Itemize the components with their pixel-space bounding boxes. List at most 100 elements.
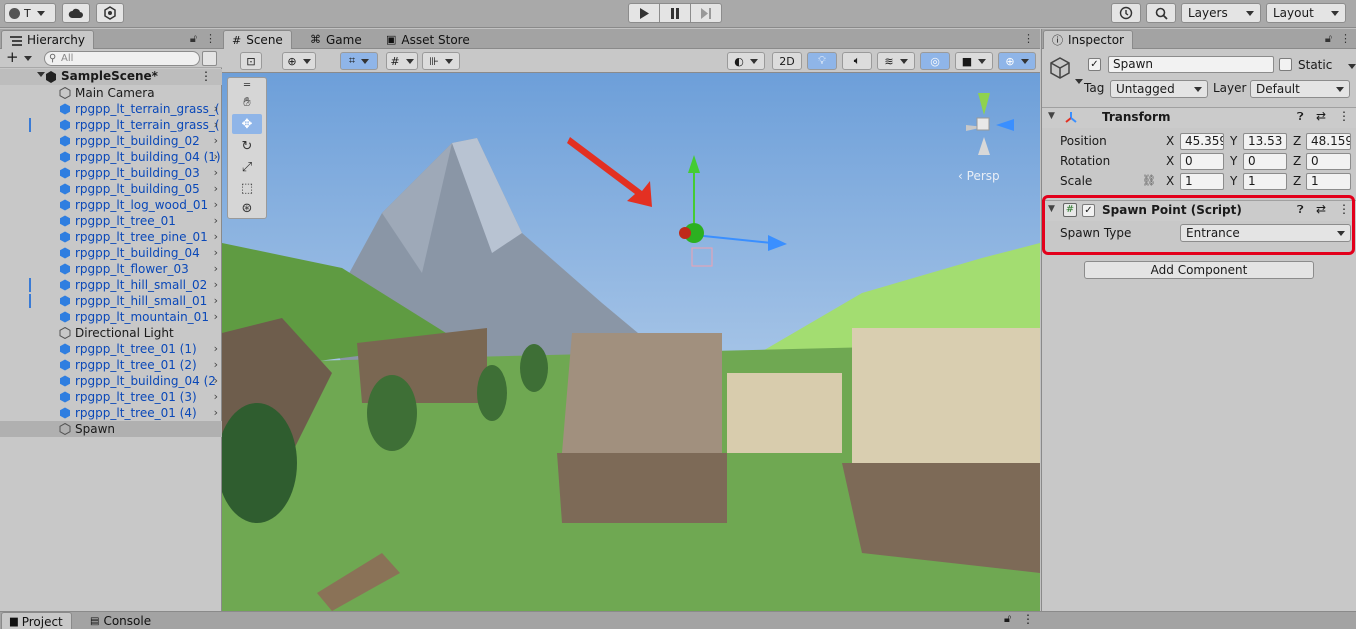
chevron-right-icon[interactable]: ›: [214, 102, 218, 115]
hierarchy-item[interactable]: rpgpp_lt_building_04 ›: [0, 245, 222, 261]
rotation-x-field[interactable]: 0: [1180, 153, 1224, 170]
add-component-button[interactable]: Add Component: [1084, 261, 1314, 279]
cloud-button[interactable]: [62, 3, 90, 23]
hierarchy-item[interactable]: rpgpp_lt_terrain_grass_(›: [0, 101, 222, 117]
move-tool[interactable]: ✥: [232, 114, 262, 134]
chevron-right-icon[interactable]: ›: [214, 262, 218, 275]
chevron-down-icon[interactable]: [1348, 64, 1356, 69]
more-options-icon[interactable]: ⋮: [1338, 202, 1350, 216]
shading-mode-button[interactable]: ◐: [727, 52, 765, 70]
hierarchy-item[interactable]: rpgpp_lt_tree_01 (4) ›: [0, 405, 222, 421]
hierarchy-item[interactable]: rpgpp_lt_building_04 (1) ›: [0, 149, 222, 165]
tab-console[interactable]: ▤ Console: [82, 612, 159, 629]
more-options-icon[interactable]: ⋮: [1338, 109, 1350, 123]
hierarchy-item[interactable]: Main Camera: [0, 85, 222, 101]
history-button[interactable]: [1111, 3, 1141, 23]
pause-button[interactable]: [659, 3, 691, 23]
chevron-right-icon[interactable]: ›: [214, 310, 218, 323]
spawn-type-dropdown[interactable]: Entrance: [1180, 224, 1351, 242]
chevron-right-icon[interactable]: ›: [214, 406, 218, 419]
scene-viewport[interactable]: ═ ✋︎ ✥ ↻ ⤢ ⬚ ⊛ ‹ Persp: [222, 73, 1040, 611]
chevron-down-icon[interactable]: [1075, 79, 1083, 84]
chevron-right-icon[interactable]: ›: [214, 198, 218, 211]
hierarchy-search-input[interactable]: ⚲ All: [44, 51, 200, 66]
more-options-icon[interactable]: ⋮: [200, 69, 212, 83]
chevron-right-icon[interactable]: ›: [214, 294, 218, 307]
lock-icon[interactable]: 🔓︎: [1325, 32, 1332, 46]
active-checkbox[interactable]: ✓: [1088, 58, 1101, 71]
hierarchy-item[interactable]: rpgpp_lt_building_02 ›: [0, 133, 222, 149]
foldout-icon[interactable]: ▼: [1048, 204, 1055, 214]
position-z-field[interactable]: 48.159: [1306, 133, 1351, 150]
camera-settings-button[interactable]: ■: [955, 52, 993, 70]
hidden-objects-toggle[interactable]: ◎: [920, 52, 950, 70]
chevron-right-icon[interactable]: ›: [214, 230, 218, 243]
play-button[interactable]: [628, 3, 660, 23]
hand-tool[interactable]: ✋︎: [232, 92, 262, 112]
hierarchy-item[interactable]: rpgpp_lt_building_03 ›: [0, 165, 222, 181]
chevron-right-icon[interactable]: ›: [214, 134, 218, 147]
step-button[interactable]: [690, 3, 722, 23]
transform-header[interactable]: ▼ Transform ❓︎ ⇄ ⋮: [1042, 107, 1356, 128]
chevron-right-icon[interactable]: ›: [214, 182, 218, 195]
search-button[interactable]: [1146, 3, 1176, 23]
tab-hierarchy[interactable]: Hierarchy: [1, 30, 95, 49]
chevron-right-icon[interactable]: ›: [214, 166, 218, 179]
presets-icon[interactable]: ⇄: [1316, 202, 1326, 216]
hierarchy-item[interactable]: rpgpp_lt_flower_03 ›: [0, 261, 222, 277]
hierarchy-item[interactable]: rpgpp_lt_terrain_grass_(›: [0, 117, 222, 133]
lock-icon[interactable]: 🔓︎: [190, 32, 197, 46]
hierarchy-item[interactable]: rpgpp_lt_log_wood_01 ›: [0, 197, 222, 213]
spawn-point-header[interactable]: ▼ # ✓ Spawn Point (Script) ❓︎ ⇄ ⋮: [1042, 200, 1356, 221]
hierarchy-item[interactable]: rpgpp_lt_tree_01 ›: [0, 213, 222, 229]
position-y-field[interactable]: 13.53: [1243, 133, 1287, 150]
chevron-right-icon[interactable]: ›: [214, 150, 218, 163]
scene-visibility-icon[interactable]: [202, 51, 217, 66]
scale-y-field[interactable]: 1: [1243, 173, 1287, 190]
add-icon[interactable]: +: [6, 50, 19, 65]
hierarchy-item[interactable]: rpgpp_lt_hill_small_01 ›: [0, 293, 222, 309]
rotation-z-field[interactable]: 0: [1306, 153, 1351, 170]
tab-inspector[interactable]: ⓘ Inspector: [1043, 30, 1133, 49]
draw-mode-button[interactable]: ⊡: [240, 52, 262, 70]
tab-asset-store[interactable]: ▣ Asset Store: [378, 30, 478, 49]
chevron-down-icon[interactable]: [24, 56, 32, 61]
hierarchy-item[interactable]: rpgpp_lt_building_04 (2 ›: [0, 373, 222, 389]
hierarchy-item[interactable]: rpgpp_lt_tree_pine_01 ›: [0, 229, 222, 245]
position-x-field[interactable]: 45.359: [1180, 133, 1224, 150]
tab-game[interactable]: ⌘ Game: [302, 30, 370, 49]
object-name-field[interactable]: Spawn: [1108, 56, 1274, 73]
foldout-icon[interactable]: ▼: [1048, 111, 1055, 121]
help-icon[interactable]: ❓︎: [1297, 203, 1304, 217]
hierarchy-item[interactable]: rpgpp_lt_tree_01 (1) ›: [0, 341, 222, 357]
effects-button[interactable]: ≋: [877, 52, 915, 70]
rotate-tool[interactable]: ↻: [232, 136, 262, 156]
rect-tool[interactable]: ⬚: [232, 178, 262, 198]
scene-root-row[interactable]: SampleScene* ⋮: [0, 69, 222, 85]
tools-handle[interactable]: ═: [232, 80, 262, 91]
hierarchy-item[interactable]: rpgpp_lt_hill_small_02 ›: [0, 277, 222, 293]
tab-project[interactable]: ▆ Project: [1, 612, 72, 629]
scale-z-field[interactable]: 1: [1306, 173, 1351, 190]
toggle-2d-button[interactable]: 2D: [772, 52, 802, 70]
chevron-right-icon[interactable]: ›: [214, 278, 218, 291]
hierarchy-item[interactable]: Spawn: [0, 421, 222, 437]
increment-snap-button[interactable]: ⊪: [422, 52, 460, 70]
transform-tool[interactable]: ⊛: [232, 198, 262, 218]
hierarchy-item[interactable]: rpgpp_lt_building_05 ›: [0, 181, 222, 197]
lighting-toggle[interactable]: 💡︎: [807, 52, 837, 70]
hierarchy-item[interactable]: rpgpp_lt_tree_01 (2) ›: [0, 357, 222, 373]
collab-button[interactable]: [96, 3, 124, 23]
constrain-proportions-icon[interactable]: ⛓︎: [1142, 174, 1156, 187]
hierarchy-item[interactable]: rpgpp_lt_mountain_01 ›: [0, 309, 222, 325]
chevron-right-icon[interactable]: ›: [214, 358, 218, 371]
chevron-right-icon[interactable]: ›: [214, 390, 218, 403]
layer-dropdown[interactable]: Default: [1250, 80, 1350, 98]
layout-dropdown[interactable]: Layout: [1266, 3, 1346, 23]
more-options-icon[interactable]: ⋮: [205, 32, 216, 46]
account-dropdown[interactable]: T: [4, 3, 56, 23]
chevron-right-icon[interactable]: ›: [214, 214, 218, 227]
more-options-icon[interactable]: ⋮: [1023, 32, 1034, 45]
gizmos-button[interactable]: ⊕: [998, 52, 1036, 70]
rotation-y-field[interactable]: 0: [1243, 153, 1287, 170]
